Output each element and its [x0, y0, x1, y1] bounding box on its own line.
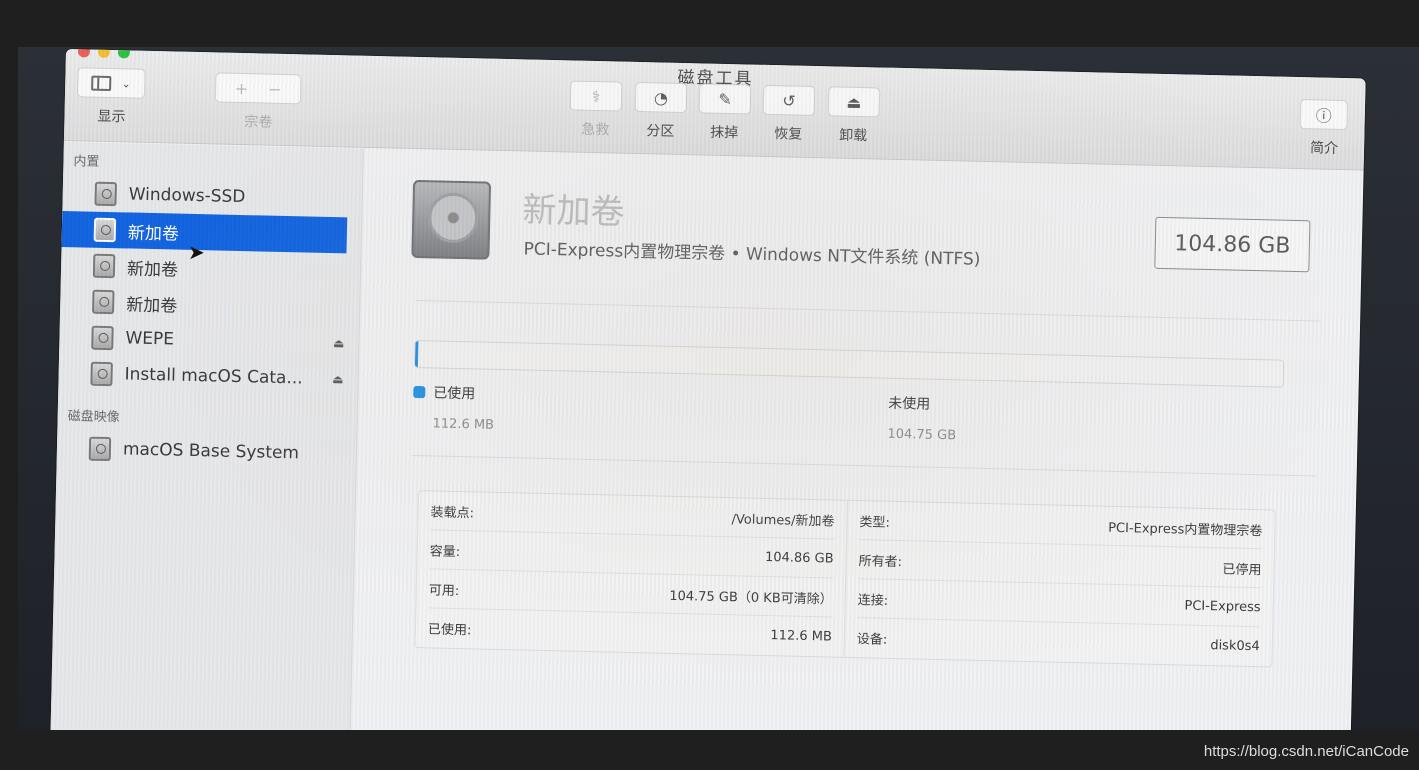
disk-utility-window: 磁盘工具 ⌄ 显示 + − 宗卷 ⚕ 急救 ◔ 分区 ✎ 抹掉 ↺ 恢复 ⏏ 卸… — [50, 49, 1366, 730]
legend-used: 已使用 112.6 MB — [412, 382, 495, 433]
volume-label: 宗卷 — [244, 114, 273, 131]
disk-image-icon — [88, 436, 112, 462]
display-control[interactable]: ⌄ 显示 — [76, 67, 147, 127]
info-key: 连接: — [857, 592, 889, 609]
used-label: 已使用 — [433, 385, 476, 403]
partition-button[interactable]: ◔ 分区 — [634, 81, 688, 141]
legend-free: 未使用 104.75 GB — [887, 393, 957, 444]
disk-icon — [92, 289, 115, 315]
erase-button[interactable]: ✎ 抹掉 — [698, 83, 752, 142]
first-aid-label: 急救 — [581, 121, 610, 139]
info-key: 可用: — [428, 582, 460, 599]
display-label: 显示 — [97, 108, 126, 126]
eject-icon[interactable]: ⏏ — [333, 336, 345, 350]
sidebar-item-macos-base-system[interactable]: macOS Base System — [57, 430, 357, 473]
sidebar-item-label: macOS Base System — [122, 439, 300, 464]
usage-bar — [413, 339, 1285, 388]
photo-backdrop: 磁盘工具 ⌄ 显示 + − 宗卷 ⚕ 急救 ◔ 分区 ✎ 抹掉 ↺ 恢复 ⏏ 卸… — [18, 47, 1419, 730]
info-value: PCI-Express — [1184, 598, 1261, 615]
unmount-icon: ⏏ — [827, 86, 881, 118]
info-key: 设备: — [856, 632, 888, 648]
info-key: 容量: — [429, 543, 461, 560]
sidebar-item-label: 新加卷 — [127, 222, 180, 245]
used-swatch — [413, 385, 426, 399]
sidebar-item-label: WEPE — [125, 328, 175, 350]
info-value: /Volumes/新加卷 — [731, 511, 835, 530]
free-value: 104.75 GB — [887, 426, 957, 444]
info-value: PCI-Express内置物理宗卷 — [1108, 520, 1263, 539]
info-value: 104.75 GB（0 KB可清除） — [669, 588, 833, 608]
disk-icon — [92, 253, 116, 279]
erase-label: 抹掉 — [710, 124, 739, 142]
mouse-cursor-icon: ➤ — [188, 240, 205, 264]
chevron-down-icon: ⌄ — [121, 76, 131, 90]
info-key: 装载点: — [430, 504, 475, 521]
pie-icon: ◔ — [634, 81, 688, 114]
divider — [411, 454, 1317, 477]
unmount-button[interactable]: ⏏ 卸载 — [827, 86, 881, 145]
info-label: 简介 — [1309, 140, 1339, 157]
info-value: disk0s4 — [1210, 638, 1260, 655]
disk-icon — [93, 217, 117, 243]
info-row-used: 已使用: 112.6 MB — [428, 608, 833, 656]
watermark: https://blog.csdn.net/iCanCode — [1203, 743, 1409, 760]
eject-icon[interactable]: ⏏ — [332, 372, 344, 386]
restore-icon: ↺ — [762, 84, 816, 117]
used-value: 112.6 MB — [432, 416, 495, 433]
restore-label: 恢复 — [774, 126, 803, 143]
remove-volume-button[interactable]: − — [268, 79, 282, 98]
disk-icon — [90, 361, 113, 387]
main-content: 新加卷 PCI-Express内置物理宗卷 • Windows NT文件系统 (… — [350, 149, 1364, 730]
info-column-right: 类型: PCI-Express内置物理宗卷 所有者: 已停用 连接: PCI-E… — [843, 500, 1275, 667]
stethoscope-icon: ⚕ — [569, 80, 623, 112]
divider — [415, 299, 1321, 322]
sidebar-item-install-macos[interactable]: Install macOS Cata... ⏏ — [58, 355, 358, 398]
info-value: 104.86 GB — [764, 549, 834, 567]
unmount-label: 卸载 — [839, 127, 868, 145]
info-column-left: 装载点: /Volumes/新加卷 容量: 104.86 GB 可用: 104.… — [416, 491, 847, 657]
volume-info-table: 装载点: /Volumes/新加卷 容量: 104.86 GB 可用: 104.… — [414, 490, 1276, 668]
volume-drive-icon — [411, 179, 492, 260]
info-key: 类型: — [859, 514, 891, 531]
partition-label: 分区 — [646, 123, 675, 140]
free-label: 未使用 — [887, 395, 931, 413]
sidebar: 内置 Windows-SSD 新加卷 新加卷 新加卷 WEPE ⏏ Instal… — [50, 141, 364, 730]
volume-size-badge: 104.86 GB — [1154, 216, 1311, 273]
sidebar-item-label: Install macOS Cata... — [124, 364, 303, 389]
volume-subtitle: PCI-Express内置物理宗卷 • Windows NT文件系统 (NTFS… — [523, 239, 981, 270]
volume-add-remove: + − — [214, 72, 302, 105]
info-row-device: 设备: disk0s4 — [856, 618, 1260, 666]
info-value: 112.6 MB — [770, 628, 833, 645]
add-volume-button[interactable]: + — [235, 78, 249, 97]
volume-control: + − 宗卷 — [214, 72, 303, 132]
info-icon: ⓘ — [1299, 99, 1349, 131]
sidebar-item-label: 新加卷 — [126, 258, 179, 281]
restore-button[interactable]: ↺ 恢复 — [762, 84, 816, 144]
volume-name: 新加卷 — [522, 190, 625, 233]
sidebar-icon — [91, 75, 112, 91]
disk-icon — [94, 181, 117, 207]
sidebar-item-label: Windows-SSD — [128, 184, 246, 208]
disk-icon — [91, 325, 114, 351]
sidebar-section-disk-images: 磁盘映像 — [67, 409, 120, 426]
info-key: 已使用: — [427, 622, 472, 639]
usage-bar-used-fill — [414, 341, 419, 368]
first-aid-button[interactable]: ⚕ 急救 — [569, 80, 623, 139]
info-button[interactable]: ⓘ 简介 — [1299, 99, 1350, 158]
erase-icon: ✎ — [698, 83, 752, 115]
info-key: 所有者: — [858, 553, 903, 570]
sidebar-toggle-button[interactable]: ⌄ — [76, 67, 146, 99]
info-value: 已停用 — [1222, 561, 1262, 578]
sidebar-item-label: 新加卷 — [125, 294, 178, 317]
